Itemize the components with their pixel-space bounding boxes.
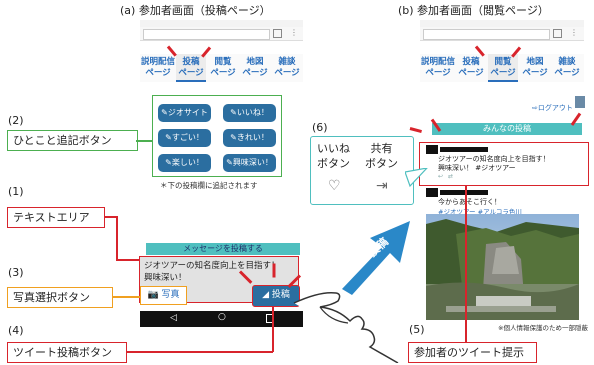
tab-label: 説明配信 ページ [140, 57, 175, 78]
logout-link[interactable]: ⇨ログアウト [532, 103, 573, 113]
tab-label: 閲覧 ページ [210, 57, 236, 78]
connector-textarea-h [104, 216, 116, 218]
tab-label: 閲覧 ページ [490, 57, 516, 78]
url-bar: ⋮ [140, 27, 303, 41]
url-field[interactable] [423, 29, 550, 40]
tab-post[interactable]: 投稿 ページ [176, 54, 206, 82]
callout-photo-button: 写真選択ボタン [7, 287, 113, 308]
quick-button-like[interactable]: ✎いいね！ [223, 104, 276, 122]
tweet-photo [426, 214, 579, 320]
post-nav-bar: ◁ ○ [140, 311, 303, 327]
landscape-photo-image [426, 214, 579, 320]
reply-icon[interactable]: ↩ [438, 173, 443, 180]
connector-textarea-h2 [116, 259, 140, 261]
tab-view[interactable]: 閲覧 ページ [488, 54, 518, 82]
tab-map[interactable]: 地図 ページ [520, 54, 550, 82]
view-tabs: 説明配信 ページ 投稿 ページ 閲覧 ページ 地図 ページ 雑談 ページ [420, 54, 584, 82]
connector-photo [113, 296, 141, 298]
label-5-number: (5) [409, 323, 425, 336]
quick-button-great[interactable]: ✎すごい！ [158, 129, 211, 147]
textarea-line2: 興味深い！ [144, 273, 187, 283]
emphasis-ray [272, 263, 276, 278]
callout-tweet-display: 参加者のツイート提示 [408, 342, 537, 363]
tweet-2: 今からあそこ行く！ #ジオツアー #アルコラ色川 [426, 188, 584, 216]
menu-icon[interactable]: ⋮ [290, 28, 298, 37]
tweet-1-username [440, 147, 488, 152]
popup-pointer [405, 168, 428, 188]
tab-label: 雑談 ページ [274, 57, 300, 78]
menu-icon[interactable]: ⋮ [570, 28, 578, 37]
quick-buttons-panel: ✎ジオサイト ✎いいね！ ✎すごい！ ✎きれい！ ✎楽しい！ ✎興味深い！ [152, 95, 282, 177]
label-2-number: (2) [8, 114, 24, 127]
retweet-icon[interactable]: ⇄ [448, 173, 453, 180]
caption-post-page: (a) 参加者画面（投稿ページ） [120, 4, 271, 17]
connector-textarea-v [116, 216, 118, 260]
label-3-number: (3) [8, 266, 24, 279]
label-1-number: (1) [8, 185, 24, 198]
status-bar [140, 20, 303, 27]
tab-label: 地図 ページ [242, 57, 268, 78]
callout-post-button: ツイート投稿ボタン [7, 342, 127, 363]
avatar [575, 96, 585, 108]
tab-map[interactable]: 地図 ページ [240, 54, 270, 82]
connector-tweet-v [465, 186, 467, 342]
tweet-1-avatar [426, 145, 438, 154]
quick-button-beautiful[interactable]: ✎きれい！ [223, 129, 276, 147]
tab-label: 雑談 ページ [554, 57, 580, 78]
tab-view[interactable]: 閲覧 ページ [208, 54, 238, 82]
connector-quick-buttons [136, 140, 153, 142]
tab-label: 投稿 ページ [178, 57, 204, 78]
tabs-count-icon[interactable] [553, 29, 562, 38]
photo-button[interactable]: 📷 写真 [140, 286, 187, 305]
send-icon: ◢ [262, 290, 270, 300]
tab-chat[interactable]: 雑談 ページ [272, 54, 302, 82]
connector-post-h [127, 351, 273, 353]
like-share-panel: いいね ボタン 共有 ボタン ♡ ⇥ [310, 136, 414, 205]
tweet-1: ジオツアーの知名度向上を目指す！ 興味深い！ #ジオツアー ↩ ⇄ [426, 145, 584, 183]
like-label: いいね ボタン [317, 142, 350, 170]
tab-post[interactable]: 投稿 ページ [456, 54, 486, 82]
hand-drawing [293, 291, 399, 363]
quick-button-interesting[interactable]: ✎興味深い！ [223, 154, 276, 172]
feed-header: みんなの投稿 [432, 123, 582, 135]
url-bar: ⋮ [420, 27, 584, 41]
quick-button-geosite[interactable]: ✎ジオサイト [158, 104, 211, 122]
quick-buttons-note: ＊下の投稿欄に追記されます [160, 181, 258, 190]
tab-chat[interactable]: 雑談 ページ [552, 54, 582, 82]
share-icon[interactable]: ⇥ [376, 178, 388, 194]
privacy-note: ※個人情報保護のため一部隠蔽 [498, 324, 588, 332]
textarea-line1: ジオツアーの知名度向上を目指す！ [144, 261, 280, 271]
url-field[interactable] [143, 29, 270, 40]
tab-label: 投稿 ページ [458, 57, 484, 78]
label-6-number: (6) [312, 121, 328, 134]
back-icon[interactable]: ◁ [170, 313, 177, 323]
label-4-number: (4) [8, 324, 24, 337]
tab-label: 地図 ページ [522, 57, 548, 78]
callout-quick-buttons: ひとこと追記ボタン [7, 130, 138, 151]
callout-textarea: テキストエリア [7, 207, 105, 228]
caption-view-page: (b) 参加者画面（閲覧ページ） [398, 4, 549, 17]
post-header: メッセージを投稿する [146, 243, 300, 255]
tab-label: 説明配信 ページ [420, 57, 455, 78]
heart-icon[interactable]: ♡ [328, 178, 341, 194]
tab-explain[interactable]: 説明配信 ページ [420, 54, 456, 82]
tab-explain[interactable]: 説明配信 ページ [140, 54, 176, 82]
share-label: 共有 ボタン [365, 142, 398, 170]
camera-icon: 📷 [147, 290, 159, 300]
status-bar [420, 20, 584, 27]
tweet-1-line2: 興味深い！ #ジオツアー [438, 164, 516, 172]
post-tabs: 説明配信 ページ 投稿 ページ 閲覧 ページ 地図 ページ 雑談 ページ [140, 54, 303, 82]
tweet-2-username [440, 190, 488, 195]
connector-post-v [272, 307, 274, 352]
home-icon[interactable]: ○ [218, 312, 226, 322]
quick-button-fun[interactable]: ✎楽しい！ [158, 154, 211, 172]
tabs-count-icon[interactable] [273, 29, 282, 38]
